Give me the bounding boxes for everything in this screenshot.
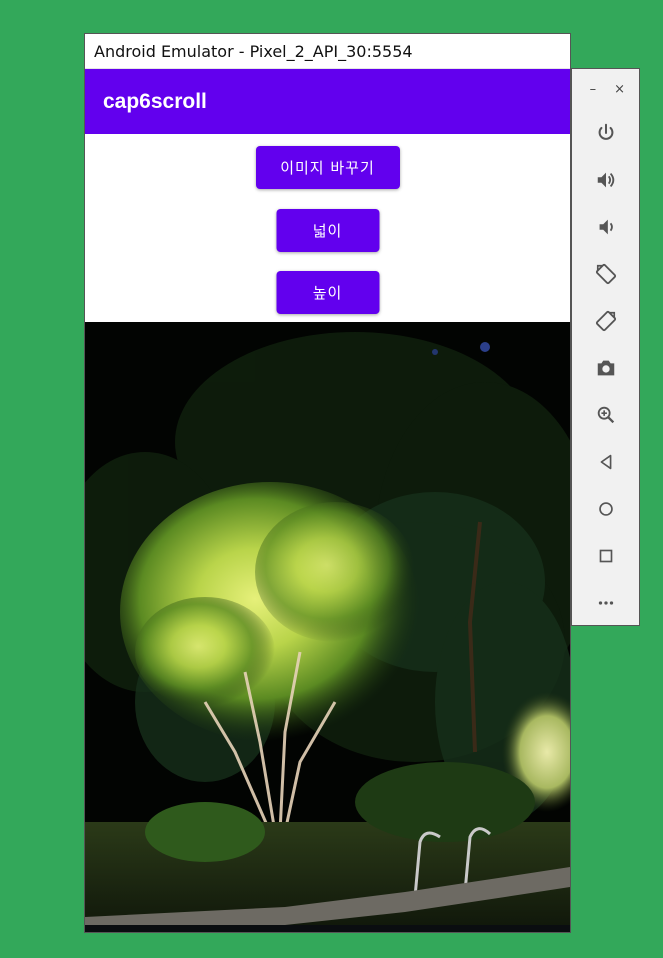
more-button[interactable] — [572, 579, 639, 626]
rotate-left-icon — [595, 263, 616, 284]
window-titlebar[interactable]: Android Emulator - Pixel_2_API_30:5554 — [85, 34, 570, 69]
power-icon — [598, 123, 613, 140]
volume-up-icon — [597, 172, 614, 187]
home-icon — [598, 501, 613, 516]
volume-up-button[interactable] — [572, 156, 639, 203]
overview-button[interactable] — [572, 532, 639, 579]
button-area: 이미지 바꾸기 넓이 높이 — [85, 134, 570, 323]
image-view[interactable] — [85, 322, 570, 932]
home-button[interactable] — [572, 485, 639, 532]
emulator-window: Android Emulator - Pixel_2_API_30:5554 c… — [84, 33, 571, 933]
close-button[interactable]: × — [614, 82, 625, 97]
garden-image — [85, 322, 570, 932]
back-icon — [600, 454, 611, 469]
volume-down-icon — [599, 219, 613, 234]
overview-icon — [599, 549, 612, 562]
rotate-right-button[interactable] — [572, 297, 639, 344]
emulator-toolbar: – × — [571, 68, 640, 626]
toolbar-window-controls: – × — [572, 69, 639, 109]
app-title: cap6scroll — [103, 89, 207, 113]
zoom-icon — [597, 406, 614, 423]
more-icon — [598, 600, 613, 605]
change-image-button[interactable]: 이미지 바꾸기 — [255, 146, 400, 189]
camera-icon — [597, 360, 614, 375]
height-button[interactable]: 높이 — [276, 271, 379, 314]
screenshot-button[interactable] — [572, 344, 639, 391]
width-button[interactable]: 넓이 — [276, 209, 379, 252]
rotate-left-button[interactable] — [572, 250, 639, 297]
minimize-button[interactable]: – — [590, 82, 597, 97]
app-bar: cap6scroll — [85, 69, 570, 134]
zoom-button[interactable] — [572, 391, 639, 438]
power-button[interactable] — [572, 109, 639, 156]
window-title: Android Emulator - Pixel_2_API_30:5554 — [94, 41, 413, 61]
volume-down-button[interactable] — [572, 203, 639, 250]
rotate-right-icon — [595, 310, 616, 331]
back-button[interactable] — [572, 438, 639, 485]
